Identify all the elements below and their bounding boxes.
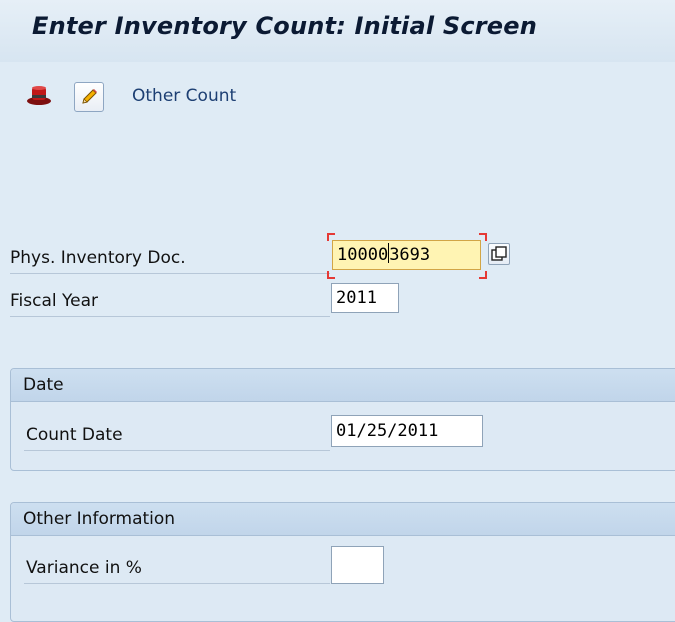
page-title: Enter Inventory Count: Initial Screen [32,12,538,40]
variance-label: Variance in % [26,558,142,578]
date-group-title: Date [11,369,675,402]
fiscal-year-label: Fiscal Year [10,291,99,311]
label-underline [10,273,330,274]
label-underline [24,450,330,451]
value-help-button[interactable] [488,243,510,265]
hat-icon[interactable] [26,82,52,108]
phys-inventory-doc-field[interactable]: 100003693 [332,240,481,270]
other-information-group-title: Other Information [11,503,675,536]
variance-field[interactable] [331,546,384,584]
count-date-field[interactable]: 01/25/2011 [331,415,483,447]
phys-inventory-doc-label: Phys. Inventory Doc. [10,248,186,268]
title-bar: Enter Inventory Count: Initial Screen [0,0,675,62]
change-button[interactable] [74,82,104,112]
value-help-icon [491,246,507,261]
other-count-button[interactable]: Other Count [132,86,236,106]
count-date-label: Count Date [26,425,123,445]
focus-corner [327,271,335,279]
label-underline [24,583,330,584]
pencil-icon [82,89,97,104]
focus-corner [479,271,487,279]
label-underline [10,316,330,317]
fiscal-year-field[interactable]: 2011 [331,283,399,313]
